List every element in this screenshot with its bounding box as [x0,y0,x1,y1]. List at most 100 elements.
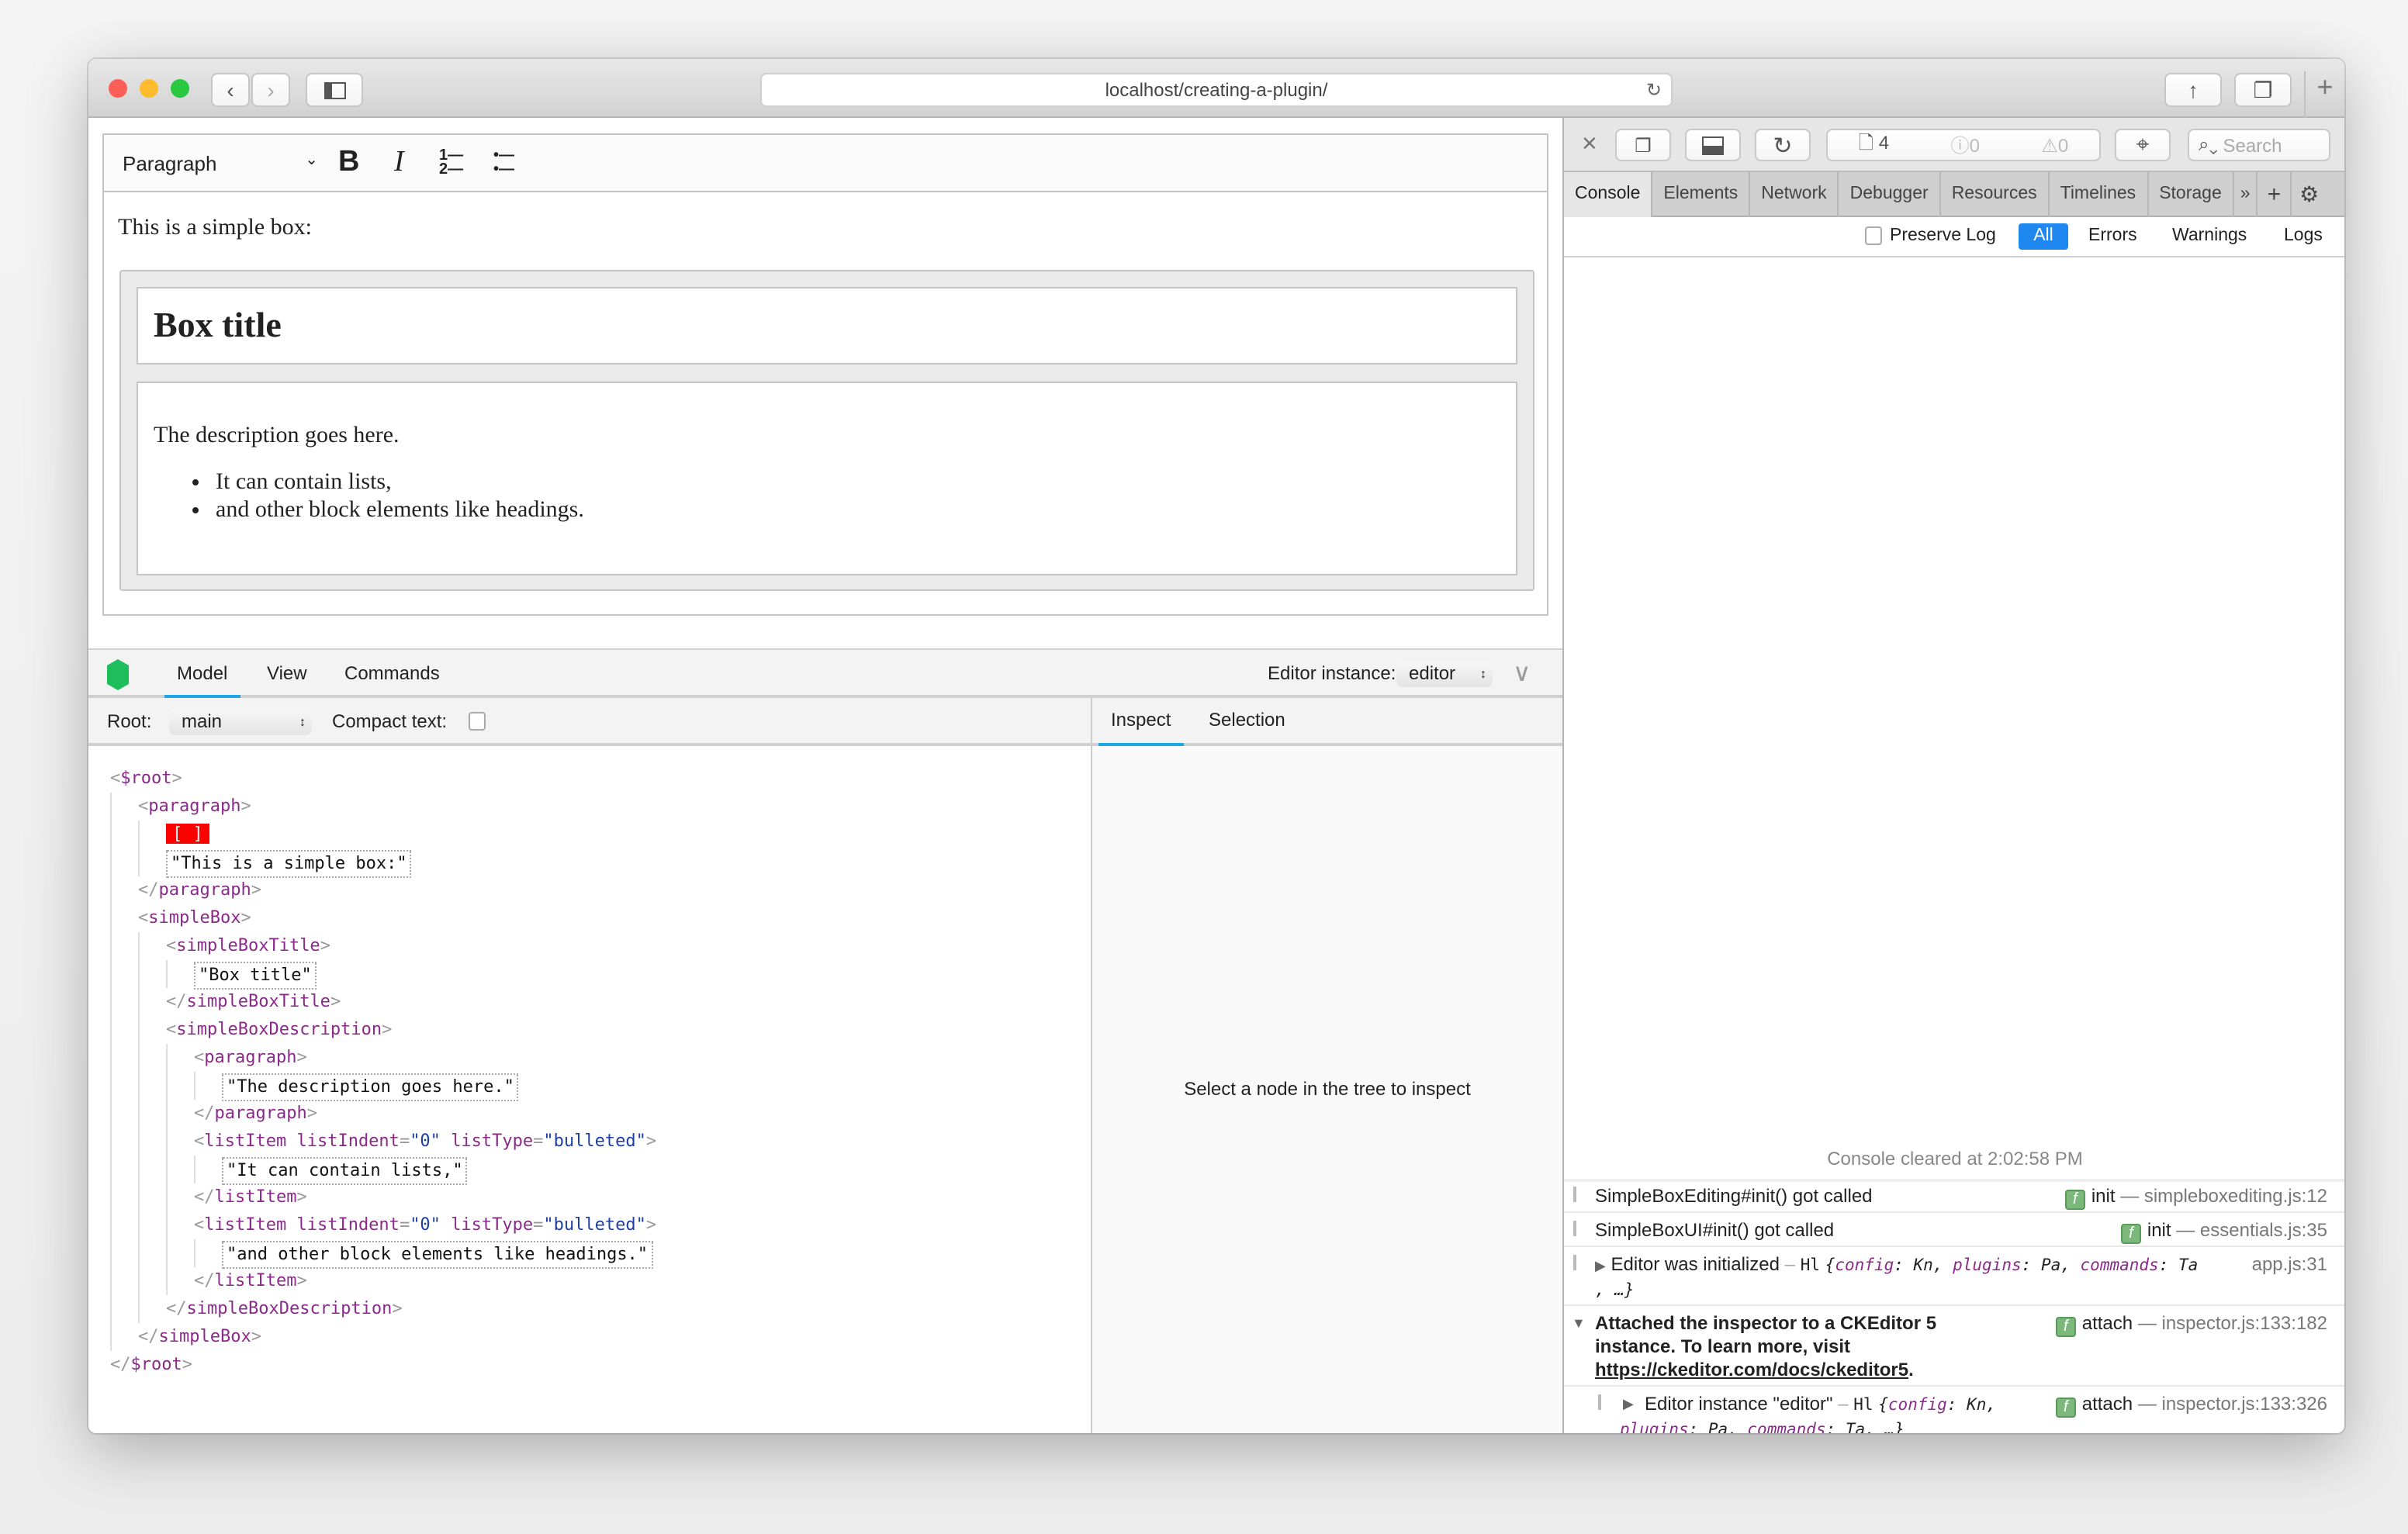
text-node[interactable]: "It can contain lists," [222,1157,468,1185]
new-tab-button[interactable]: + [2304,71,2344,118]
filter-warnings[interactable]: Warnings [2172,226,2247,245]
tree-text-row[interactable]: "This is a simple box:" [166,848,1072,878]
tree-text-row[interactable]: "It can contain lists," [222,1156,1072,1185]
back-button[interactable]: ‹ [211,73,250,107]
disclosure-triangle-icon[interactable]: ▶ [1595,1258,1606,1273]
errors-count: ⓘ0 [1950,135,1980,157]
tab-view[interactable]: View [267,650,307,698]
call-site[interactable]: f attach — inspector.js:133:326 [2055,1393,2327,1418]
tab-resources[interactable]: Resources [1941,172,2050,217]
call-site[interactable]: f init — essentials.js:35 [2120,1213,2327,1247]
more-tabs-icon[interactable]: » [2234,172,2258,217]
share-button[interactable]: ↑ [2164,73,2222,107]
docs-link[interactable]: https://ckeditor.com/docs/ckeditor5 [1595,1359,1908,1380]
call-site[interactable]: f init — simpleboxediting.js:12 [2064,1179,2327,1213]
console-entry[interactable]: ▶ Editor was initialized – Hl {config: K… [1564,1247,2344,1306]
intro-paragraph: This is a simple box: [118,216,312,240]
tab-console[interactable]: Console [1564,172,1653,217]
detach-button[interactable]: ❐ [1615,129,1671,161]
console-entry[interactable]: ▶ Editor instance "editor" – Hl {config:… [1589,1387,2344,1433]
tree-element-open[interactable]: <paragraph> [138,793,1072,821]
element-picker-button[interactable]: ⌖ [2115,129,2171,161]
tree-element-open[interactable]: <paragraph> [194,1044,1072,1072]
tab-model[interactable]: Model [164,650,240,700]
root-select[interactable]: main ↕ [169,709,312,735]
dock-bottom-button[interactable] [1685,129,1741,161]
text-node[interactable]: "The description goes here." [222,1073,519,1101]
zoom-window-button[interactable] [171,79,189,98]
tree-element-open[interactable]: <simpleBox> [138,904,1072,932]
text-node[interactable]: "and other block elements like headings.… [222,1241,653,1269]
tabs-overview-button[interactable]: ❐ [2234,73,2292,107]
tree-text-row[interactable]: "and other block elements like headings.… [222,1239,1072,1269]
tree-element-open[interactable]: <simpleBoxTitle> [166,932,1072,960]
minimize-window-button[interactable] [140,79,158,98]
preserve-log-checkbox[interactable] [1865,226,1882,245]
compact-text-label: Compact text: [332,710,448,732]
tree-element-close[interactable]: </paragraph> [138,876,1072,904]
element-name: simpleBoxDescription [186,1298,393,1318]
tree-element-open[interactable]: <simpleBoxDescription> [166,1016,1072,1044]
source-link[interactable]: app.js:31 [2252,1253,2327,1277]
tab-elements[interactable]: Elements [1652,172,1751,217]
search-input[interactable]: ⌕⌄ Search [2188,129,2330,161]
tree-text-row[interactable]: "Box title" [194,960,1072,990]
preserve-log-label[interactable]: Preserve Log [1890,226,1996,245]
text-node[interactable]: "This is a simple box:" [166,850,412,878]
tree-element-close[interactable]: </listItem> [194,1267,1072,1295]
simple-box-title[interactable]: Box title [137,287,1517,364]
heading-dropdown[interactable]: Paragraph ⌄ [123,152,318,175]
tree-element-open[interactable]: <$root> [110,765,1072,793]
console-entry[interactable]: SimpleBoxUI#init() got called f init — es… [1564,1213,2344,1247]
tree-element-open[interactable]: <listItem listIndent="0" listType="bulle… [194,1128,1072,1156]
detach-window-icon: ❐ [1635,134,1652,156]
disclosure-triangle-open-icon[interactable]: ▼ [1572,1312,1586,1335]
tab-inspect[interactable]: Inspect [1098,698,1183,748]
reload-page-button[interactable]: ↻ [1755,129,1811,161]
bold-button[interactable]: B [338,146,359,180]
settings-gear-icon[interactable]: ⚙ [2292,172,2327,217]
italic-button[interactable]: I [394,146,404,180]
tree-element-close[interactable]: </simpleBoxDescription> [166,1295,1072,1323]
dashboard[interactable]: 🗋 4 ⓘ0 ⚠0 [1826,129,2101,161]
tab-selection[interactable]: Selection [1209,698,1285,746]
console-entry[interactable]: SimpleBoxEditing#init() got called f init… [1564,1179,2344,1213]
tree-element-open[interactable]: <listItem listIndent="0" listType="bulle… [194,1211,1072,1239]
simple-box-description[interactable]: The description goes here. It can contai… [137,382,1517,575]
add-tab-icon[interactable]: + [2258,172,2292,217]
collapse-chevron-icon[interactable]: ∨ [1513,658,1531,689]
tree-text-row[interactable]: "The description goes here." [222,1072,1072,1101]
instance-select[interactable]: editor ↕ [1396,661,1493,687]
numbered-list-button[interactable]: 1— 2— [439,148,463,178]
text-node[interactable]: "Box title" [194,962,317,990]
instance-label: Editor instance: [1268,662,1396,684]
tree-element-close[interactable]: </listItem> [194,1183,1072,1211]
log-icon [1598,1394,1609,1410]
tree-element-close[interactable]: </simpleBoxTitle> [166,988,1072,1016]
sidebar-toggle-button[interactable] [306,73,363,107]
chevron-down-icon: ⌄ [305,152,318,169]
tab-commands[interactable]: Commands [344,650,440,698]
share-icon: ↑ [2188,78,2199,102]
close-devtools-icon[interactable]: ✕ [1581,132,1598,157]
address-bar[interactable]: localhost/creating-a-plugin/ ↻ [760,73,1673,107]
console-entry[interactable]: ▼ Attached the inspector to a CKEditor 5… [1564,1306,2344,1387]
compact-text-checkbox[interactable] [469,712,486,731]
disclosure-triangle-icon[interactable]: ▶ [1623,1393,1634,1416]
filter-errors[interactable]: Errors [2088,226,2137,245]
bulleted-list-button[interactable]: •— •— [493,148,514,178]
filter-all[interactable]: All [2019,223,2068,250]
tab-network[interactable]: Network [1750,172,1839,217]
forward-button[interactable]: › [251,73,290,107]
reload-icon[interactable]: ↻ [1646,74,1662,105]
tab-debugger[interactable]: Debugger [1839,172,1941,217]
tree-element-close[interactable]: </$root> [110,1351,1072,1379]
call-site[interactable]: f attach — inspector.js:133:182 [2055,1312,2327,1337]
tree-element-close[interactable]: </paragraph> [194,1100,1072,1128]
editor-content[interactable]: This is a simple box: Box title The desc… [102,192,1548,616]
tab-timelines[interactable]: Timelines [2050,172,2149,217]
close-window-button[interactable] [109,79,127,98]
tree-element-close[interactable]: </simpleBox> [138,1323,1072,1351]
tab-storage[interactable]: Storage [2148,172,2234,217]
filter-logs[interactable]: Logs [2284,226,2323,245]
